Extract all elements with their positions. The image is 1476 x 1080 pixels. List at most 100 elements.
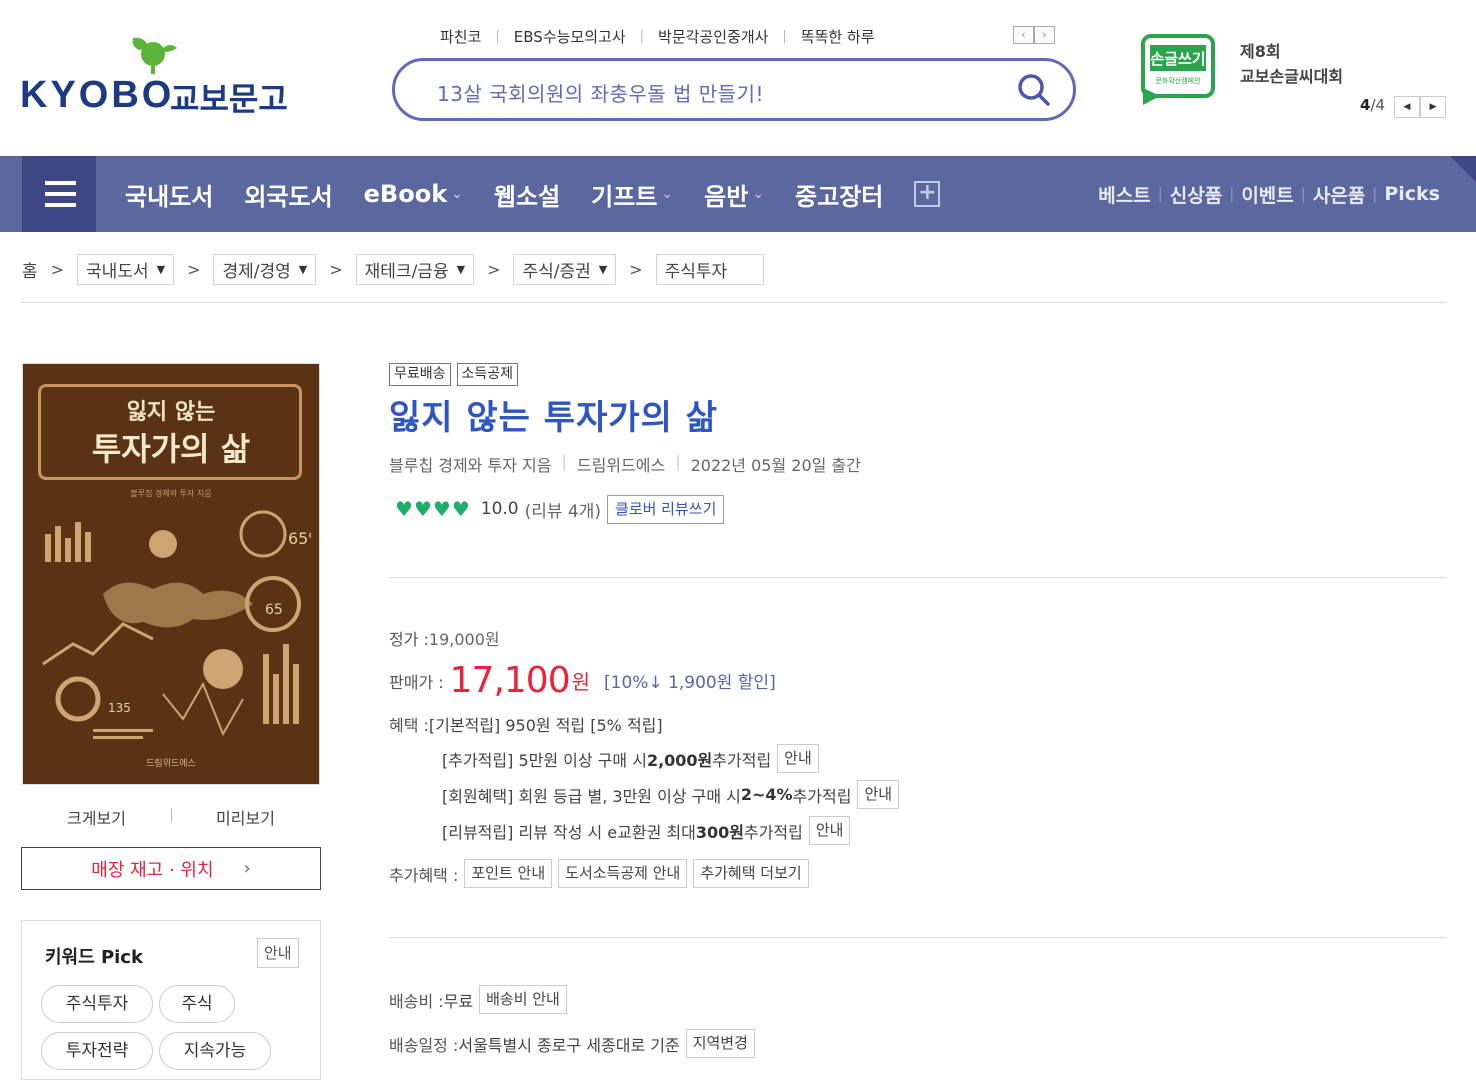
top-link[interactable]: 파친코 — [440, 26, 481, 47]
infographic-illustration: 65% 135 65 — [42, 510, 311, 739]
list-price-row: 정가 : 19,000원 — [389, 626, 500, 650]
more-benefit-label: 추가혜택 : — [389, 865, 459, 885]
benefit-extra-text: [추가적립] 5만원 이상 구매 시 — [442, 750, 647, 770]
breadcrumb-select[interactable]: 주식/증권 ▼ — [513, 253, 617, 285]
top-keyword-links: 파친코 | EBS수능모의고사 | 박문각공인중개사 | 똑똑한 하루 — [440, 24, 875, 48]
nav-link-best[interactable]: 베스트 — [1098, 181, 1150, 208]
nav-item-music[interactable]: 음반 ⌄ — [704, 177, 764, 212]
info-button[interactable]: 안내 — [857, 780, 900, 809]
banner-pager-count: 4/4 — [1360, 96, 1386, 114]
more-benefit-row: 추가혜택 : 포인트 안내 도서소득공제 안내 추가혜택 더보기 — [389, 859, 809, 888]
point-info-button[interactable]: 포인트 안내 — [464, 859, 553, 888]
divider — [389, 577, 1446, 578]
leaf-bird-icon — [132, 37, 177, 74]
chevron-down-icon: ⌄ — [752, 186, 765, 202]
cover-publisher: 드림위드에스 — [146, 759, 196, 769]
banner-line-2: 교보손글씨대회 — [1240, 67, 1344, 86]
change-region-button[interactable]: 지역변경 — [685, 1029, 755, 1058]
info-button[interactable]: 안내 — [808, 816, 851, 845]
top-link[interactable]: EBS수능모의고사 — [514, 26, 626, 47]
chevron-left-icon[interactable]: ‹ — [1013, 26, 1034, 44]
benefit-review-amount: 300원 — [695, 822, 744, 842]
search-input[interactable]: 13살 국회의원의 좌충우돌 법 만들기! — [437, 78, 764, 107]
keyword-pick-title: 키워드 Pick — [45, 947, 143, 968]
breadcrumb-select[interactable]: 경제/경영 ▼ — [213, 253, 317, 285]
nav-item-used[interactable]: 중고장터 — [795, 177, 883, 212]
sale-price-label: 판매가 : — [389, 672, 444, 692]
benefit-member-amount: 2~4% — [740, 785, 793, 804]
plus-icon[interactable]: + — [914, 181, 941, 207]
review-count[interactable]: (리뷰 4개) — [525, 497, 601, 522]
divider: | — [782, 28, 787, 44]
hamburger-menu-button[interactable] — [22, 156, 96, 232]
shipping-fee-row: 배송비 : 무료 배송비 안내 — [389, 985, 567, 1014]
more-benefits-button[interactable]: 추가혜택 더보기 — [693, 859, 809, 888]
search-bar[interactable]: 13살 국회의원의 좌충우돌 법 만들기! — [392, 58, 1076, 121]
shipping-schedule-label: 배송일정 : — [389, 1035, 459, 1055]
logo-text-ko: 교보문고 — [170, 80, 288, 118]
write-review-button[interactable]: 클로버 리뷰쓰기 — [607, 494, 725, 524]
cover-title-line1: 잃지 않는 — [126, 400, 216, 425]
divider: | — [1229, 185, 1235, 203]
publisher-link[interactable]: 드림위드에스 — [577, 452, 665, 476]
shipping-fee-info-button[interactable]: 배송비 안내 — [479, 985, 567, 1014]
keyword-tag[interactable]: 주식투자 — [41, 985, 153, 1023]
kyobo-logo[interactable]: KYOBO 교보문고 — [20, 32, 290, 118]
chevron-right-icon: > — [329, 259, 343, 279]
search-icon[interactable] — [1017, 73, 1051, 107]
breadcrumb-current[interactable]: 주식투자 — [655, 253, 764, 285]
tax-deduction-info-button[interactable]: 도서소득공제 안내 — [558, 859, 688, 888]
nav-item-foreign[interactable]: 외국도서 — [244, 177, 332, 212]
author-link[interactable]: 블루칩 경제와 투자 지음 — [389, 452, 551, 476]
info-button[interactable]: 안내 — [777, 744, 819, 773]
nav-link-event[interactable]: 이벤트 — [1241, 181, 1293, 208]
keyword-info-button[interactable]: 안내 — [257, 938, 299, 968]
keyword-tag[interactable]: 지속가능 — [159, 1032, 271, 1070]
divider: | — [561, 452, 567, 471]
event-banner[interactable]: 손글쓰기 문화확산캠페인 제8회 교보손글씨대회 4/4 ◀ ▶ — [1140, 33, 1450, 123]
breadcrumb-home[interactable]: 홈 — [22, 257, 38, 282]
divider: | — [1300, 185, 1306, 203]
handwriting-campaign-logo: 손글쓰기 문화확산캠페인 — [1141, 34, 1215, 105]
benefit-review-suffix: 추가적립 — [743, 822, 803, 842]
divider: | — [495, 28, 500, 44]
triangle-left-icon[interactable]: ◀ — [1394, 96, 1420, 118]
preview-link[interactable]: 미리보기 — [171, 805, 320, 829]
nav-item-ebook[interactable]: eBook ⌄ — [364, 180, 463, 208]
heart-icon: ♥ — [432, 497, 451, 521]
nav-item-gift[interactable]: 기프트 ⌄ — [591, 177, 673, 212]
nav-corner-decoration — [1450, 156, 1476, 182]
nav-categories: 국내도서 외국도서 eBook ⌄ 웹소설 기프트 ⌄ 음반 ⌄ 중고장터 + — [125, 156, 941, 232]
chevron-right-icon: > — [487, 259, 501, 279]
store-stock-button[interactable]: 매장 재고 · 위치 › — [21, 847, 321, 890]
keyword-tag[interactable]: 주식 — [159, 985, 235, 1023]
nav-link-gift[interactable]: 사은품 — [1313, 181, 1365, 208]
keyword-tag[interactable]: 투자전략 — [41, 1032, 153, 1070]
benefit-member-text: [회원혜택] 회원 등급 별, 3만원 이상 구매 시 — [442, 786, 741, 806]
top-link[interactable]: 똑똑한 하루 — [801, 26, 875, 47]
cover-author: 블루칩 경제와 투자 지음 — [130, 489, 212, 498]
nav-item-webnovel[interactable]: 웹소설 — [494, 177, 560, 212]
zoom-link[interactable]: 크게보기 — [22, 805, 171, 829]
top-link[interactable]: 박문각공인중개사 — [658, 26, 768, 47]
shipping-fee-label: 배송비 : — [389, 991, 444, 1011]
breadcrumb-select[interactable]: 국내도서 ▼ — [77, 253, 175, 285]
breadcrumb-select[interactable]: 재테크/금융 ▼ — [355, 253, 475, 285]
nav-link-new[interactable]: 신상품 — [1170, 181, 1222, 208]
chevron-right-icon[interactable]: › — [1034, 26, 1055, 44]
shipping-schedule-value: 서울특별시 종로구 세종대로 기준 — [458, 1035, 680, 1055]
nav-item-domestic[interactable]: 국내도서 — [125, 177, 213, 212]
nav-link-picks[interactable]: Picks — [1384, 183, 1440, 205]
benefit-extra-amount: 2,000원 — [646, 750, 713, 770]
banner-line-1: 제8회 — [1240, 42, 1281, 61]
list-price-value: 19,000원 — [428, 630, 500, 649]
main-nav: 국내도서 외국도서 eBook ⌄ 웹소설 기프트 ⌄ 음반 ⌄ 중고장터 + 베스트… — [0, 156, 1476, 232]
divider — [171, 808, 172, 822]
logo-text-en: KYOBO — [20, 74, 175, 116]
hamburger-icon — [45, 181, 76, 185]
triangle-right-icon[interactable]: ▶ — [1420, 96, 1446, 118]
banner-badge-text: 손글쓰기 — [1150, 50, 1205, 68]
book-cover-image[interactable]: 잃지 않는 투자가의 삶 블루칩 경제와 투자 지음 65% 135 65 드림… — [22, 363, 320, 785]
rating-score: 10.0 — [480, 499, 519, 519]
chevron-right-icon: › — [243, 858, 251, 879]
